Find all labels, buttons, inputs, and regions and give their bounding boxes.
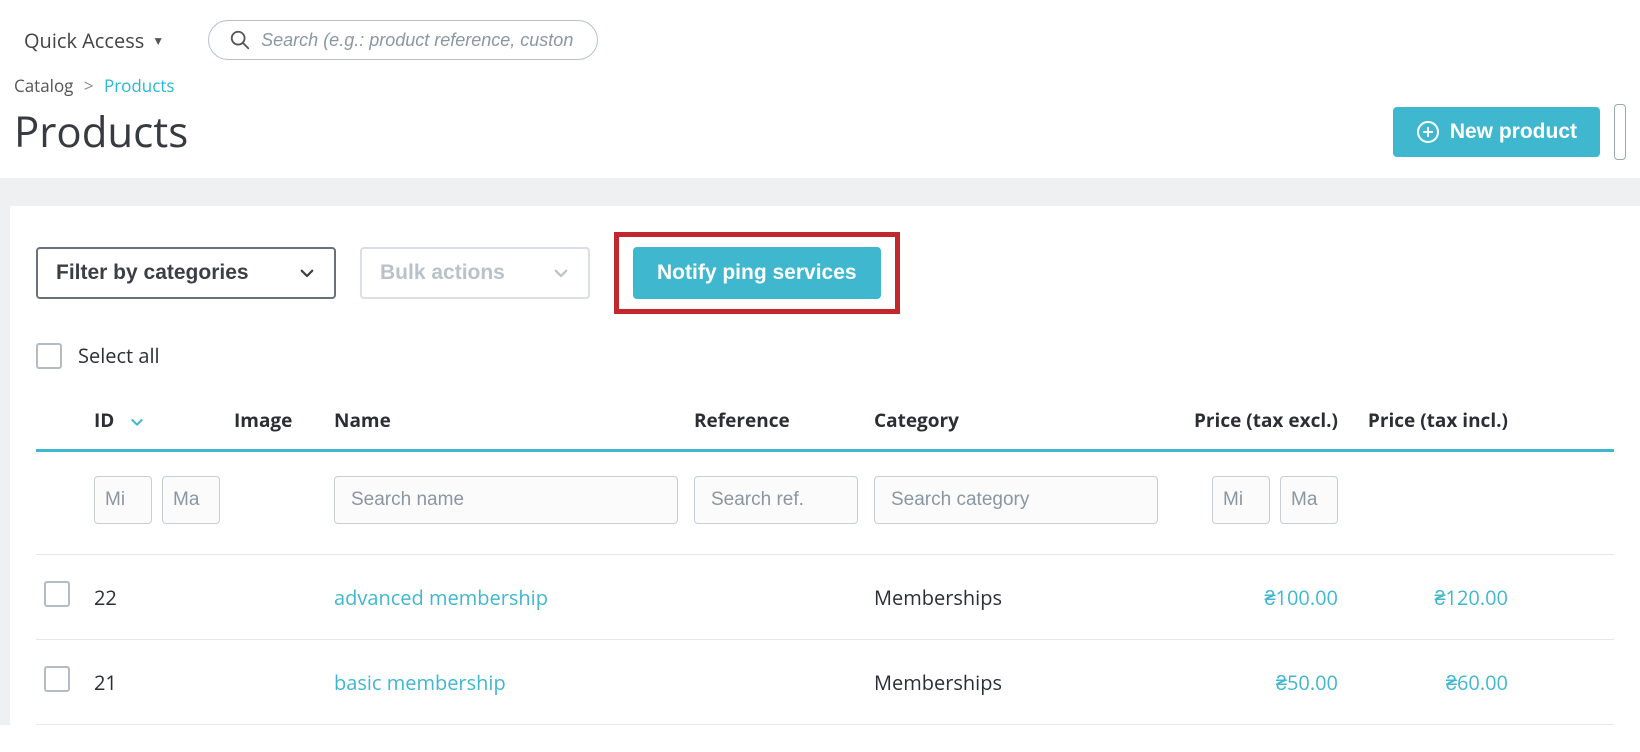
col-price-excl-header[interactable]: Price (tax excl.) bbox=[1166, 397, 1346, 451]
row-category: Memberships bbox=[866, 640, 1166, 725]
col-reference-header[interactable]: Reference bbox=[686, 397, 866, 451]
col-price-incl-header[interactable]: Price (tax incl.) bbox=[1346, 397, 1516, 451]
bulk-actions-button[interactable]: Bulk actions bbox=[360, 247, 590, 299]
row-category: Memberships bbox=[866, 555, 1166, 640]
breadcrumb-current[interactable]: Products bbox=[104, 74, 175, 97]
breadcrumb-sep: > bbox=[84, 74, 94, 97]
new-product-button[interactable]: New product bbox=[1393, 107, 1600, 157]
col-image-header[interactable]: Image bbox=[226, 397, 326, 451]
row-checkbox[interactable] bbox=[44, 581, 70, 607]
table-row[interactable]: 21 basic membership Memberships ₴50.00 ₴… bbox=[36, 640, 1614, 725]
filter-name[interactable] bbox=[334, 476, 678, 524]
notify-ping-services-button[interactable]: Notify ping services bbox=[633, 247, 881, 299]
filter-category[interactable] bbox=[874, 476, 1158, 524]
breadcrumb: Catalog > Products bbox=[0, 70, 1640, 103]
filter-id-max[interactable] bbox=[162, 476, 220, 524]
col-name-header[interactable]: Name bbox=[326, 397, 686, 451]
new-product-label: New product bbox=[1450, 120, 1577, 144]
col-id-header[interactable]: ID bbox=[86, 397, 226, 451]
filter-id-min[interactable] bbox=[94, 476, 152, 524]
chevron-down-icon bbox=[552, 264, 570, 282]
filter-by-categories-label: Filter by categories bbox=[56, 261, 249, 285]
filter-price-max[interactable] bbox=[1280, 476, 1338, 524]
select-all-label: Select all bbox=[78, 342, 160, 369]
bulk-actions-label: Bulk actions bbox=[380, 261, 505, 285]
breadcrumb-root[interactable]: Catalog bbox=[14, 74, 73, 97]
row-reference bbox=[686, 640, 866, 725]
search-icon bbox=[229, 29, 251, 51]
col-category-header[interactable]: Category bbox=[866, 397, 1166, 451]
secondary-action-button[interactable] bbox=[1614, 104, 1626, 160]
plus-circle-icon bbox=[1416, 120, 1440, 144]
quick-access-label: Quick Access bbox=[24, 27, 144, 54]
caret-down-icon: ▼ bbox=[152, 32, 164, 49]
filter-price-min[interactable] bbox=[1212, 476, 1270, 524]
quick-access-menu[interactable]: Quick Access ▼ bbox=[20, 21, 168, 60]
global-search[interactable] bbox=[208, 20, 598, 60]
row-price-incl[interactable]: ₴60.00 bbox=[1446, 669, 1508, 696]
row-id: 21 bbox=[86, 640, 226, 725]
sort-asc-icon bbox=[129, 407, 145, 433]
row-price-excl[interactable]: ₴100.00 bbox=[1264, 584, 1338, 611]
chevron-down-icon bbox=[298, 264, 316, 282]
row-reference bbox=[686, 555, 866, 640]
row-checkbox[interactable] bbox=[44, 666, 70, 692]
global-search-input[interactable] bbox=[261, 30, 577, 51]
row-price-incl[interactable]: ₴120.00 bbox=[1434, 584, 1508, 611]
notify-ping-label: Notify ping services bbox=[657, 261, 857, 284]
row-name-link[interactable]: advanced membership bbox=[334, 584, 548, 611]
filter-by-categories-button[interactable]: Filter by categories bbox=[36, 247, 336, 299]
highlight-annotation: Notify ping services bbox=[614, 232, 900, 314]
products-table: ID Image Name Reference Category Price (… bbox=[36, 397, 1614, 725]
table-row[interactable]: 22 advanced membership Memberships ₴100.… bbox=[36, 555, 1614, 640]
select-all-checkbox[interactable] bbox=[36, 343, 62, 369]
row-name-link[interactable]: basic membership bbox=[334, 669, 506, 696]
page-title: Products bbox=[14, 103, 188, 160]
row-price-excl[interactable]: ₴50.00 bbox=[1276, 669, 1338, 696]
row-id: 22 bbox=[86, 555, 226, 640]
filter-reference[interactable] bbox=[694, 476, 858, 524]
